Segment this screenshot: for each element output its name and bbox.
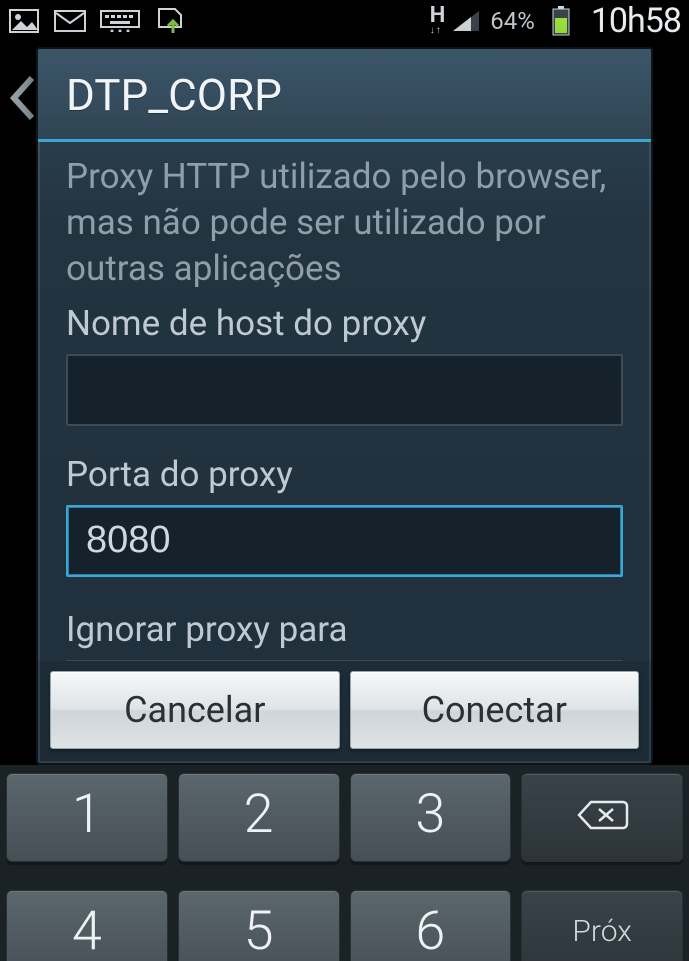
dialog-body: Proxy HTTP utilizado pelo browser, mas n…	[38, 142, 651, 661]
connect-button[interactable]: Conectar	[350, 671, 640, 749]
proxy-host-label: Nome de host do proxy	[66, 303, 623, 344]
key-4[interactable]: 4	[6, 890, 168, 961]
status-bar: H↓↑ 64% 10h58	[0, 0, 689, 42]
key-5[interactable]: 5	[178, 890, 340, 961]
key-1[interactable]: 1	[6, 773, 168, 862]
proxy-port-label: Porta do proxy	[66, 454, 623, 495]
key-row-2: 4 5 6 Próx	[6, 872, 683, 961]
key-backspace[interactable]	[521, 773, 683, 862]
proxy-bypass-label: Ignorar proxy para	[66, 609, 623, 650]
battery-icon	[545, 7, 577, 35]
keyboard-indicator-icon	[100, 7, 140, 35]
key-next[interactable]: Próx	[521, 890, 683, 961]
signal-icon	[450, 7, 482, 35]
numeric-keyboard: 1 2 3 4 5 6 Próx	[0, 765, 689, 961]
gallery-icon	[8, 7, 40, 35]
key-6[interactable]: 6	[350, 890, 512, 961]
proxy-host-input[interactable]	[66, 354, 623, 426]
status-left	[8, 7, 186, 35]
screen: { "status": { "network_type": "H", "batt…	[0, 0, 689, 961]
mail-icon	[54, 7, 86, 35]
dialog-description: Proxy HTTP utilizado pelo browser, mas n…	[66, 154, 623, 293]
dialog-actions: Cancelar Conectar	[38, 661, 651, 763]
battery-pct: 64%	[490, 7, 535, 35]
cancel-button[interactable]: Cancelar	[50, 671, 340, 749]
network-type: H↓↑	[430, 3, 447, 34]
proxy-dialog: DTP_CORP Proxy HTTP utilizado pelo brows…	[36, 47, 653, 765]
backspace-icon	[575, 798, 629, 832]
upload-icon	[154, 7, 186, 35]
key-row-1: 1 2 3	[6, 773, 683, 862]
dialog-title: DTP_CORP	[38, 49, 651, 142]
key-3[interactable]: 3	[350, 773, 512, 862]
status-time: 10h58	[591, 1, 681, 41]
status-right: H↓↑ 64% 10h58	[430, 1, 681, 41]
proxy-port-input[interactable]	[66, 505, 623, 577]
key-2[interactable]: 2	[178, 773, 340, 862]
